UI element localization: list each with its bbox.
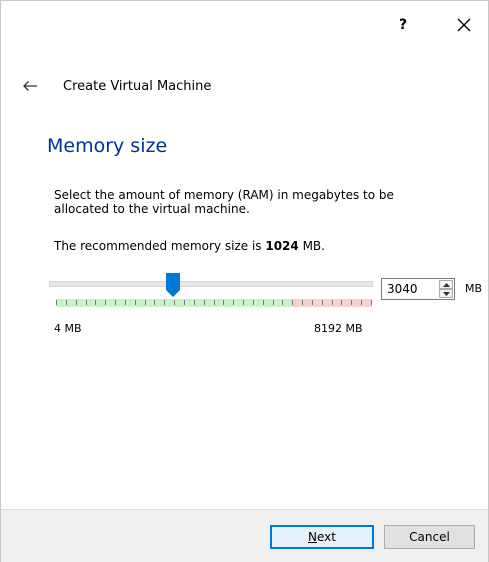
slider-thumb-icon <box>166 273 180 297</box>
recommend-prefix: The recommended memory size is <box>54 239 266 253</box>
slider-tick <box>164 300 165 305</box>
slider-max-label: 8192 MB <box>314 322 363 335</box>
slider-tick <box>282 300 283 305</box>
slider-tick <box>56 300 57 305</box>
slider-tick <box>95 300 96 305</box>
slider-tick <box>125 300 126 305</box>
close-icon <box>457 18 471 32</box>
slider-tick <box>243 300 244 305</box>
slider-tick <box>351 300 352 305</box>
button-bar: Next Cancel <box>1 509 488 562</box>
slider-tick <box>174 300 175 305</box>
slider-tick <box>184 300 185 305</box>
slider-tick <box>253 300 254 305</box>
slider-tick <box>322 300 323 305</box>
memory-input[interactable] <box>382 279 438 299</box>
help-button[interactable]: ? <box>393 15 413 35</box>
chevron-down-icon <box>442 291 450 296</box>
spin-up-button[interactable] <box>439 280 453 289</box>
recommend-suffix: MB. <box>298 239 325 253</box>
slider-tick <box>66 300 67 305</box>
spin-down-button[interactable] <box>439 289 453 298</box>
slider-tick <box>332 300 333 305</box>
slider-tick <box>135 300 136 305</box>
memory-unit-label: MB <box>465 282 483 295</box>
slider-tick <box>361 300 362 305</box>
slider-tick <box>312 300 313 305</box>
slider-tick <box>302 300 303 305</box>
wizard-title: Create Virtual Machine <box>63 79 212 94</box>
nav-row <box>19 76 41 96</box>
slider-thumb[interactable] <box>166 273 180 297</box>
slider-tick <box>292 300 293 305</box>
next-label-rest: ext <box>317 530 336 544</box>
slider-tick <box>86 300 87 305</box>
recommend-value: 1024 <box>265 239 299 253</box>
slider-tick <box>233 300 234 305</box>
back-arrow-icon <box>23 81 37 91</box>
slider-track[interactable] <box>49 281 373 287</box>
slider-tick <box>341 300 342 305</box>
slider-tick <box>204 300 205 305</box>
close-button[interactable] <box>454 15 474 35</box>
back-button[interactable] <box>19 76 41 96</box>
memory-spinbox[interactable] <box>381 278 455 300</box>
slider-tick <box>76 300 77 305</box>
slider-tick <box>223 300 224 305</box>
slider-tick <box>214 300 215 305</box>
memory-slider[interactable] <box>46 273 376 309</box>
slider-tick <box>105 300 106 305</box>
slider-min-label: 4 MB <box>54 322 82 335</box>
chevron-up-icon <box>442 282 450 287</box>
slider-scale <box>56 299 372 307</box>
dialog-window: ? Create Virtual Machine Memory size Sel… <box>0 0 489 562</box>
slider-tick <box>154 300 155 305</box>
slider-tick <box>273 300 274 305</box>
slider-tick <box>263 300 264 305</box>
slider-tick <box>145 300 146 305</box>
cancel-button[interactable]: Cancel <box>384 525 475 549</box>
page-description: Select the amount of memory (RAM) in meg… <box>54 188 394 216</box>
page-title: Memory size <box>47 135 168 157</box>
recommended-size-text: The recommended memory size is 1024 MB. <box>54 239 325 253</box>
slider-tick <box>371 300 372 305</box>
slider-tick <box>194 300 195 305</box>
next-mnemonic: N <box>308 530 317 544</box>
next-button[interactable]: Next <box>270 525 374 549</box>
slider-tick <box>115 300 116 305</box>
